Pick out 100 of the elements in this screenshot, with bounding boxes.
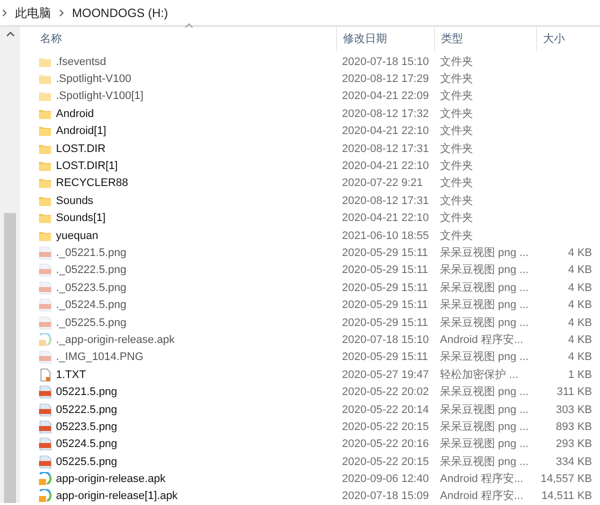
date-cell-text: 2020-05-22 20:15 — [341, 454, 430, 470]
date-cell-text: 2020-04-21 22:10 — [341, 159, 430, 174]
size-cell-text: 4 KB — [567, 298, 592, 314]
file-row[interactable]: 05223.5.png 2020-05-22 20:15 呆呆豆视图 png ... 893 KB — [34, 418, 600, 436]
file-row[interactable]: .Spotlight-V100 2020-08-12 17:29 文件夹 — [34, 70, 600, 88]
column-header[interactable]: 类型 — [434, 27, 536, 51]
column-header[interactable]: 大小 — [536, 27, 588, 51]
file-name: ._05222.5.png — [56, 263, 126, 278]
file-row[interactable]: ._05223.5.png 2020-05-29 15:11 呆呆豆视图 png ... 4 KB — [34, 279, 600, 296]
date-cell-text: 2020-08-12 17:31 — [341, 142, 430, 157]
file-row[interactable]: 05221.5.png 2020-05-22 20:02 呆呆豆视图 png ... 311 KB — [34, 383, 600, 401]
type-cell-text: 呆呆豆视图 png ... — [439, 298, 530, 314]
file-name: ._05224.5.png — [56, 298, 126, 314]
file-row[interactable]: LOST.DIR[1] 2020-04-21 22:10 文件夹 — [34, 157, 600, 175]
date-cell-text: 2020-07-18 15:10 — [341, 54, 430, 70]
file-row[interactable]: 1.TXT 2020-05-27 19:47 轻松加密保护 ... 1 KB — [34, 366, 600, 384]
date-cell-text: 2020-05-22 20:02 — [341, 385, 430, 400]
type-cell-text: 文件夹 — [439, 228, 474, 244]
scroll-up-icon[interactable] — [6, 31, 14, 37]
file-row[interactable]: ._05222.5.png 2020-05-29 15:11 呆呆豆视图 png ... 4 KB — [34, 262, 600, 280]
date-cell-text: 2020-05-22 20:16 — [341, 437, 430, 452]
size-cell-text: 4 KB — [567, 280, 592, 296]
type-cell-text: 呆呆豆视图 png ... — [439, 280, 530, 296]
date-cell-text: 2020-07-22 9:21 — [341, 176, 424, 192]
file-row[interactable]: ._05224.5.png 2020-05-29 15:11 呆呆豆视图 png ... 4 KB — [34, 296, 600, 314]
date-cell-text: 2020-05-29 15:11 — [341, 280, 430, 296]
file-row[interactable]: ._app-origin-release.apk 2020-07-18 15:10 Android 程序安... 4 KB — [34, 331, 600, 349]
size-cell-text: 4 KB — [567, 316, 592, 331]
date-cell-text: 2020-08-12 17:29 — [341, 72, 430, 88]
file-row[interactable]: app-origin-release[1].apk 2020-07-18 15:09 Android 程序安... 14,511 KB — [34, 488, 600, 505]
size-cell-text: 14,511 KB — [540, 489, 592, 504]
chevron-icon[interactable] — [2, 8, 7, 16]
date-cell-text: 2020-07-18 15:09 — [341, 489, 430, 504]
file-row[interactable]: Sounds[1] 2020-04-21 22:10 文件夹 — [34, 210, 600, 227]
file-name: ._IMG_1014.PNG — [56, 350, 144, 366]
date-cell-text: 2020-09-06 12:40 — [341, 472, 430, 488]
sort-caret-icon — [185, 23, 193, 28]
file-name: .Spotlight-V100 — [56, 72, 132, 88]
size-cell-text: 334 KB — [554, 454, 592, 470]
file-row[interactable]: Android 2020-08-12 17:32 文件夹 — [34, 105, 600, 123]
date-cell-text: 2020-05-27 19:47 — [341, 368, 430, 383]
date-cell-text: 2020-07-18 15:10 — [341, 332, 430, 348]
file-name: 05225.5.png — [56, 454, 118, 470]
file-name: .fseventsd — [56, 54, 106, 70]
type-cell-text: 呆呆豆视图 png ... — [439, 420, 530, 435]
date-cell-text: 2020-04-21 22:10 — [341, 211, 430, 226]
breadcrumb-item[interactable]: MOONDOGS (H:) — [72, 4, 168, 22]
date-cell-text: 2021-06-10 18:55 — [341, 228, 430, 244]
file-name: ._app-origin-release.apk — [56, 332, 175, 348]
file-name: Sounds — [56, 194, 94, 209]
file-row[interactable]: LOST.DIR 2020-08-12 17:31 文件夹 — [34, 140, 600, 158]
column-header[interactable]: 名称 — [34, 27, 336, 51]
type-cell-text: 文件夹 — [439, 210, 474, 226]
file-name: ._05223.5.png — [56, 280, 126, 296]
file-name: 05223.5.png — [56, 420, 118, 435]
file-name: ._05225.5.png — [56, 316, 126, 331]
file-row[interactable]: 05224.5.png 2020-05-22 20:16 呆呆豆视图 png ... 293 KB — [34, 436, 600, 453]
file-row[interactable]: .fseventsd 2020-07-18 15:10 文件夹 — [34, 53, 600, 70]
file-name: LOST.DIR[1] — [56, 159, 118, 174]
scrollbar[interactable] — [0, 27, 20, 503]
type-cell-text: 呆呆豆视图 png ... — [439, 437, 530, 452]
type-cell-text: 轻松加密保护 ... — [439, 368, 520, 383]
type-cell-text: 呆呆豆视图 png ... — [439, 385, 530, 400]
type-cell-text: 文件夹 — [439, 88, 474, 104]
file-row[interactable]: Android[1] 2020-04-21 22:10 文件夹 — [34, 122, 600, 140]
size-cell-text: 4 KB — [567, 350, 592, 366]
file-row[interactable]: ._IMG_1014.PNG 2020-05-29 15:11 呆呆豆视图 png ... 4 KB — [34, 348, 600, 366]
file-row[interactable]: ._05225.5.png 2020-05-29 15:11 呆呆豆视图 png ... 4 KB — [34, 314, 600, 332]
file-row[interactable]: yuequan 2021-06-10 18:55 文件夹 — [34, 226, 600, 244]
date-cell-text: 2020-05-22 20:14 — [341, 402, 430, 418]
type-cell-text: 文件夹 — [439, 72, 474, 88]
scrollbar-thumb[interactable] — [4, 213, 16, 503]
file-name: 05222.5.png — [56, 402, 118, 418]
file-name: LOST.DIR — [56, 142, 106, 157]
file-row[interactable]: RECYCLER88 2020-07-22 9:21 文件夹 — [34, 174, 600, 192]
breadcrumb-item[interactable]: 此电脑 — [15, 4, 51, 22]
date-cell-text: 2020-04-21 22:10 — [341, 124, 430, 140]
type-cell-text: 呆呆豆视图 png ... — [439, 454, 530, 470]
type-cell-text: 文件夹 — [439, 124, 474, 140]
file-row[interactable]: 05225.5.png 2020-05-22 20:15 呆呆豆视图 png ... 334 KB — [34, 452, 600, 470]
size-cell-text: 4 KB — [567, 263, 592, 278]
size-cell-text: 14,557 KB — [540, 472, 592, 488]
file-row[interactable]: app-origin-release.apk 2020-09-06 12:40 Android 程序安... 14,557 KB — [34, 470, 600, 488]
type-cell-text: 呆呆豆视图 png ... — [439, 263, 530, 278]
file-name: app-origin-release.apk — [56, 472, 166, 488]
size-cell-text: 893 KB — [554, 420, 592, 435]
file-row[interactable]: ._05221.5.png 2020-05-29 15:11 呆呆豆视图 png ... 4 KB — [34, 244, 600, 262]
date-cell-text: 2020-05-29 15:11 — [341, 316, 430, 331]
chevron-icon[interactable] — [59, 8, 64, 16]
file-name: app-origin-release[1].apk — [56, 489, 178, 504]
file-row[interactable]: 05222.5.png 2020-05-22 20:14 呆呆豆视图 png ... 303 KB — [34, 400, 600, 418]
file-row[interactable]: .Spotlight-V100[1] 2020-04-21 22:09 文件夹 — [34, 88, 600, 106]
date-cell-text: 2020-04-21 22:09 — [341, 89, 430, 104]
type-cell-text: 呆呆豆视图 png ... — [439, 402, 530, 418]
file-name: RECYCLER88 — [56, 176, 128, 192]
file-name: 1.TXT — [56, 368, 86, 383]
file-row[interactable]: Sounds 2020-08-12 17:31 文件夹 — [34, 192, 600, 210]
date-cell-text: 2020-08-12 17:32 — [341, 106, 430, 122]
column-header[interactable]: 修改日期 — [336, 27, 434, 51]
type-cell-text: 文件夹 — [439, 176, 474, 192]
